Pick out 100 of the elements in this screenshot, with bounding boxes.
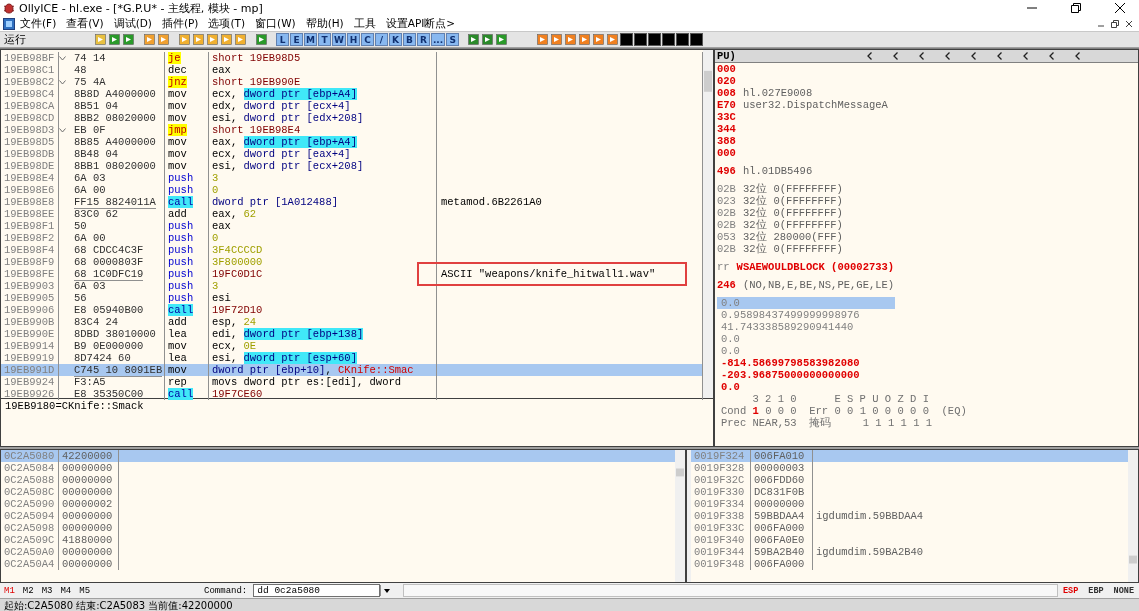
- register-value: 008: [717, 87, 736, 99]
- menu-item[interactable]: 查看(V): [61, 16, 109, 31]
- command-field[interactable]: dd 0c2a5080: [253, 584, 381, 597]
- operand-text: dword ptr [1A012488]: [212, 196, 339, 208]
- hex-bytes: 8B51 04: [74, 100, 119, 112]
- memory-tab[interactable]: M5: [75, 585, 95, 596]
- operand-text: 0: [212, 232, 219, 244]
- value-text: 00000000: [62, 462, 113, 474]
- address-text: 19EB98F9: [4, 256, 55, 268]
- blank-tool-button[interactable]: [662, 33, 676, 46]
- address-text: 0C2A50A0: [4, 546, 55, 558]
- mnemonic: rep: [168, 376, 187, 388]
- window-button[interactable]: T: [318, 33, 331, 46]
- menu-item[interactable]: 插件(P): [156, 16, 204, 31]
- scrollbar[interactable]: [703, 50, 713, 398]
- mnemonic: push: [168, 220, 194, 232]
- stack-mode-button[interactable]: NONE: [1108, 585, 1139, 596]
- address-text: 0C2A5084: [4, 462, 55, 474]
- memory-tab[interactable]: M2: [18, 585, 38, 596]
- menu-item[interactable]: 工具: [348, 16, 381, 31]
- fpu-register-value[interactable]: 41.743338589290941440: [717, 321, 895, 333]
- blank-tool-button[interactable]: [648, 33, 662, 46]
- address-text: 0019F328: [694, 462, 745, 474]
- hex-bytes: 8DBD 38010000: [74, 328, 156, 340]
- stack-mode-button[interactable]: ESP: [1057, 585, 1084, 596]
- blank-tool-button[interactable]: [620, 33, 634, 46]
- window-button[interactable]: C: [360, 33, 374, 46]
- hex-bytes: 83C0 62: [74, 208, 119, 220]
- scrollbar[interactable]: [675, 450, 685, 582]
- fpu-register-value[interactable]: 0.95898437499999998976: [717, 309, 895, 321]
- blank-tool-button[interactable]: [690, 33, 704, 46]
- segment-value: 02B: [717, 207, 736, 219]
- fpu-register-value[interactable]: -814.58699798583982080: [717, 357, 895, 369]
- segment-limit: 0(FFFFFFFF): [773, 207, 843, 219]
- fpu-register-value[interactable]: -203.96875000000000000: [717, 369, 895, 381]
- operand-text: dword ptr [ebp+10], CKnife::Smac: [212, 364, 414, 376]
- scrollbar[interactable]: [1128, 450, 1138, 582]
- operand-text: eax, 62: [212, 208, 257, 220]
- segment-limit: 0(FFFFFFFF): [773, 183, 843, 195]
- operand-text: 3: [212, 280, 219, 292]
- fpu-register-value[interactable]: 0.0: [717, 381, 895, 393]
- fpu-register-value[interactable]: 0.0: [717, 333, 895, 345]
- comment-text: igdumdim.59BBDAA4: [816, 510, 924, 522]
- restore-icon[interactable]: [1111, 19, 1119, 28]
- memory-tab[interactable]: M1: [0, 585, 19, 596]
- address-text: 0019F33C: [694, 522, 745, 534]
- register-value: 020: [717, 75, 736, 87]
- operand-text: 3F4CCCCD: [212, 244, 263, 256]
- address-text: 0C2A5098: [4, 522, 55, 534]
- window-button[interactable]: /: [374, 33, 388, 46]
- window-button[interactable]: R: [416, 33, 430, 46]
- menu-item[interactable]: 窗口(W): [250, 16, 301, 31]
- register-value: 246: [717, 279, 736, 291]
- blank-tool-button[interactable]: [634, 33, 648, 46]
- mnemonic: push: [168, 256, 194, 268]
- window-menu-icon[interactable]: [3, 17, 15, 30]
- menu-item[interactable]: 设置API断点>: [380, 16, 461, 31]
- hex-bytes: 8B48 04: [74, 148, 119, 160]
- fpu-register-value[interactable]: 0.0: [717, 345, 895, 357]
- stack-mode-button[interactable]: EBP: [1083, 585, 1109, 596]
- window-button[interactable]: S: [446, 33, 460, 46]
- window-button[interactable]: B: [402, 33, 416, 46]
- hex-bytes: F3:A5: [74, 376, 106, 388]
- window-button[interactable]: M: [304, 33, 317, 46]
- window-button[interactable]: W: [332, 33, 346, 46]
- restore-icon[interactable]: [1071, 3, 1081, 13]
- address-text: 19EB98C2: [4, 76, 55, 88]
- address-text: 19EB98F2: [4, 232, 55, 244]
- menu-item[interactable]: 帮助(H): [300, 16, 349, 31]
- menu-item[interactable]: 文件(F): [15, 16, 62, 31]
- operand-text: 3: [212, 172, 219, 184]
- hex-bytes: 74 14: [74, 52, 106, 64]
- address-text: 0019F344: [694, 546, 745, 558]
- register-comment: hl.027E9008: [742, 87, 813, 99]
- operand-text: edx, dword ptr [ecx+4]: [212, 100, 351, 112]
- window-button[interactable]: ...: [430, 33, 446, 46]
- value-text: 00000000: [62, 522, 113, 534]
- window-button[interactable]: L: [276, 33, 289, 46]
- play-icon[interactable]: [143, 33, 156, 46]
- menu-item[interactable]: 选项(T): [203, 16, 251, 31]
- mnemonic: push: [168, 172, 194, 184]
- operand-text: 19F7CE60: [212, 388, 263, 400]
- address-text: 19EB98DB: [4, 148, 55, 160]
- input-field[interactable]: [403, 584, 1058, 597]
- window-button[interactable]: E: [290, 33, 303, 46]
- operand-text: movs dword ptr es:[edi], dword: [212, 376, 402, 388]
- segment-limit: 0(FFFFFFFF): [773, 243, 843, 255]
- blank-tool-button[interactable]: [676, 33, 690, 46]
- menu-item[interactable]: 调试(D): [108, 16, 157, 31]
- memory-tab[interactable]: M4: [56, 585, 76, 596]
- value-text: 006FA000: [754, 558, 805, 570]
- mnemonic: jnz: [168, 76, 187, 88]
- memory-tab[interactable]: M3: [37, 585, 57, 596]
- window-button[interactable]: H: [346, 33, 360, 46]
- hex-bytes: EB 0F: [74, 124, 106, 136]
- mnemonic: lea: [168, 352, 187, 364]
- value-text: 59BBDAA4: [754, 510, 805, 522]
- mnemonic: add: [168, 208, 187, 220]
- address-text: 0C2A5080: [4, 450, 55, 462]
- window-button[interactable]: K: [388, 33, 402, 46]
